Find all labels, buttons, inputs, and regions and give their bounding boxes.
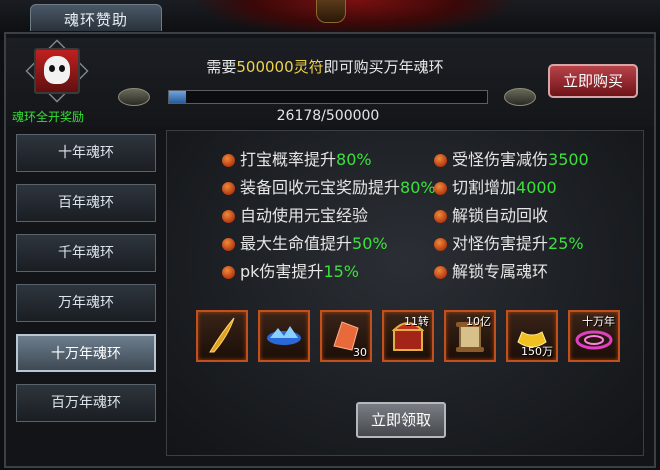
benefit-item: 装备回收元宝奖励提升80%	[222, 178, 436, 198]
tab-ten-thousand-year[interactable]: 万年魂环	[16, 284, 156, 322]
tab-million-year[interactable]: 百万年魂环	[16, 384, 156, 422]
emblem-icon	[316, 0, 346, 23]
bullet-icon	[222, 154, 235, 167]
window-title-tab: 魂环赞助	[30, 4, 162, 31]
bullet-icon	[434, 154, 447, 167]
window-title: 魂环赞助	[63, 11, 128, 29]
benefit-item: 切割增加4000	[434, 178, 557, 198]
tab-hundred-thousand-year[interactable]: 十万年魂环	[16, 334, 156, 372]
reward-slot[interactable]	[196, 310, 248, 362]
award-label: 魂环全开奖励	[12, 110, 85, 124]
progress-cap-right	[504, 88, 536, 106]
reward-slot[interactable]: 11转	[382, 310, 434, 362]
tab-thousand-year[interactable]: 千年魂环	[16, 234, 156, 272]
benefit-item: 解锁自动回收	[434, 206, 548, 226]
benefit-item: 自动使用元宝经验	[222, 206, 368, 226]
benefit-item: 打宝概率提升80%	[222, 150, 372, 170]
reward-slot[interactable]: 150万	[506, 310, 558, 362]
reward-slot[interactable]	[258, 310, 310, 362]
bullet-icon	[222, 210, 235, 223]
need-amount: 500000灵符	[236, 58, 324, 76]
tab-ten-year[interactable]: 十年魂环	[16, 134, 156, 172]
benefit-item: 最大生命值提升50%	[222, 234, 388, 254]
blue-crystal-icon	[267, 326, 301, 345]
reward-slot[interactable]: 十万年	[568, 310, 620, 362]
bullet-icon	[434, 266, 447, 279]
buy-now-button[interactable]: 立即购买	[548, 64, 638, 98]
benefit-item: 受怪伤害减伤3500	[434, 150, 589, 170]
bullet-icon	[434, 238, 447, 251]
progress-bar	[118, 86, 536, 106]
progress-cap-left	[118, 88, 150, 106]
progress-fill	[169, 91, 186, 103]
benefit-item: pk伤害提升15%	[222, 262, 359, 282]
need-suffix: 即可购买万年魂环	[323, 58, 444, 76]
progress-text: 26178/500000	[276, 108, 380, 124]
panda-avatar-icon	[34, 48, 80, 94]
award-icon-box[interactable]	[18, 39, 92, 104]
bullet-icon	[434, 182, 447, 195]
reward-row: 30 11转 10亿 150万 十万年	[196, 310, 620, 374]
need-prefix: 需要	[206, 58, 237, 76]
benefit-item: 对怪伤害提升25%	[434, 234, 584, 254]
progress-track	[168, 90, 488, 104]
reward-slot[interactable]: 10亿	[444, 310, 496, 362]
bullet-icon	[434, 210, 447, 223]
bullet-icon	[222, 238, 235, 251]
tier-tabs: 十年魂环 百年魂环 千年魂环 万年魂环 十万年魂环 百万年魂环	[14, 130, 160, 450]
bullet-icon	[222, 266, 235, 279]
purchase-requirement: 需要500000灵符即可购买万年魂环	[190, 56, 460, 77]
tab-hundred-year[interactable]: 百年魂环	[16, 184, 156, 222]
bullet-icon	[222, 182, 235, 195]
claim-now-button[interactable]: 立即领取	[356, 402, 446, 438]
golden-feather-icon	[209, 317, 235, 353]
benefit-item: 解锁专属魂环	[434, 262, 548, 282]
reward-slot[interactable]: 30	[320, 310, 372, 362]
